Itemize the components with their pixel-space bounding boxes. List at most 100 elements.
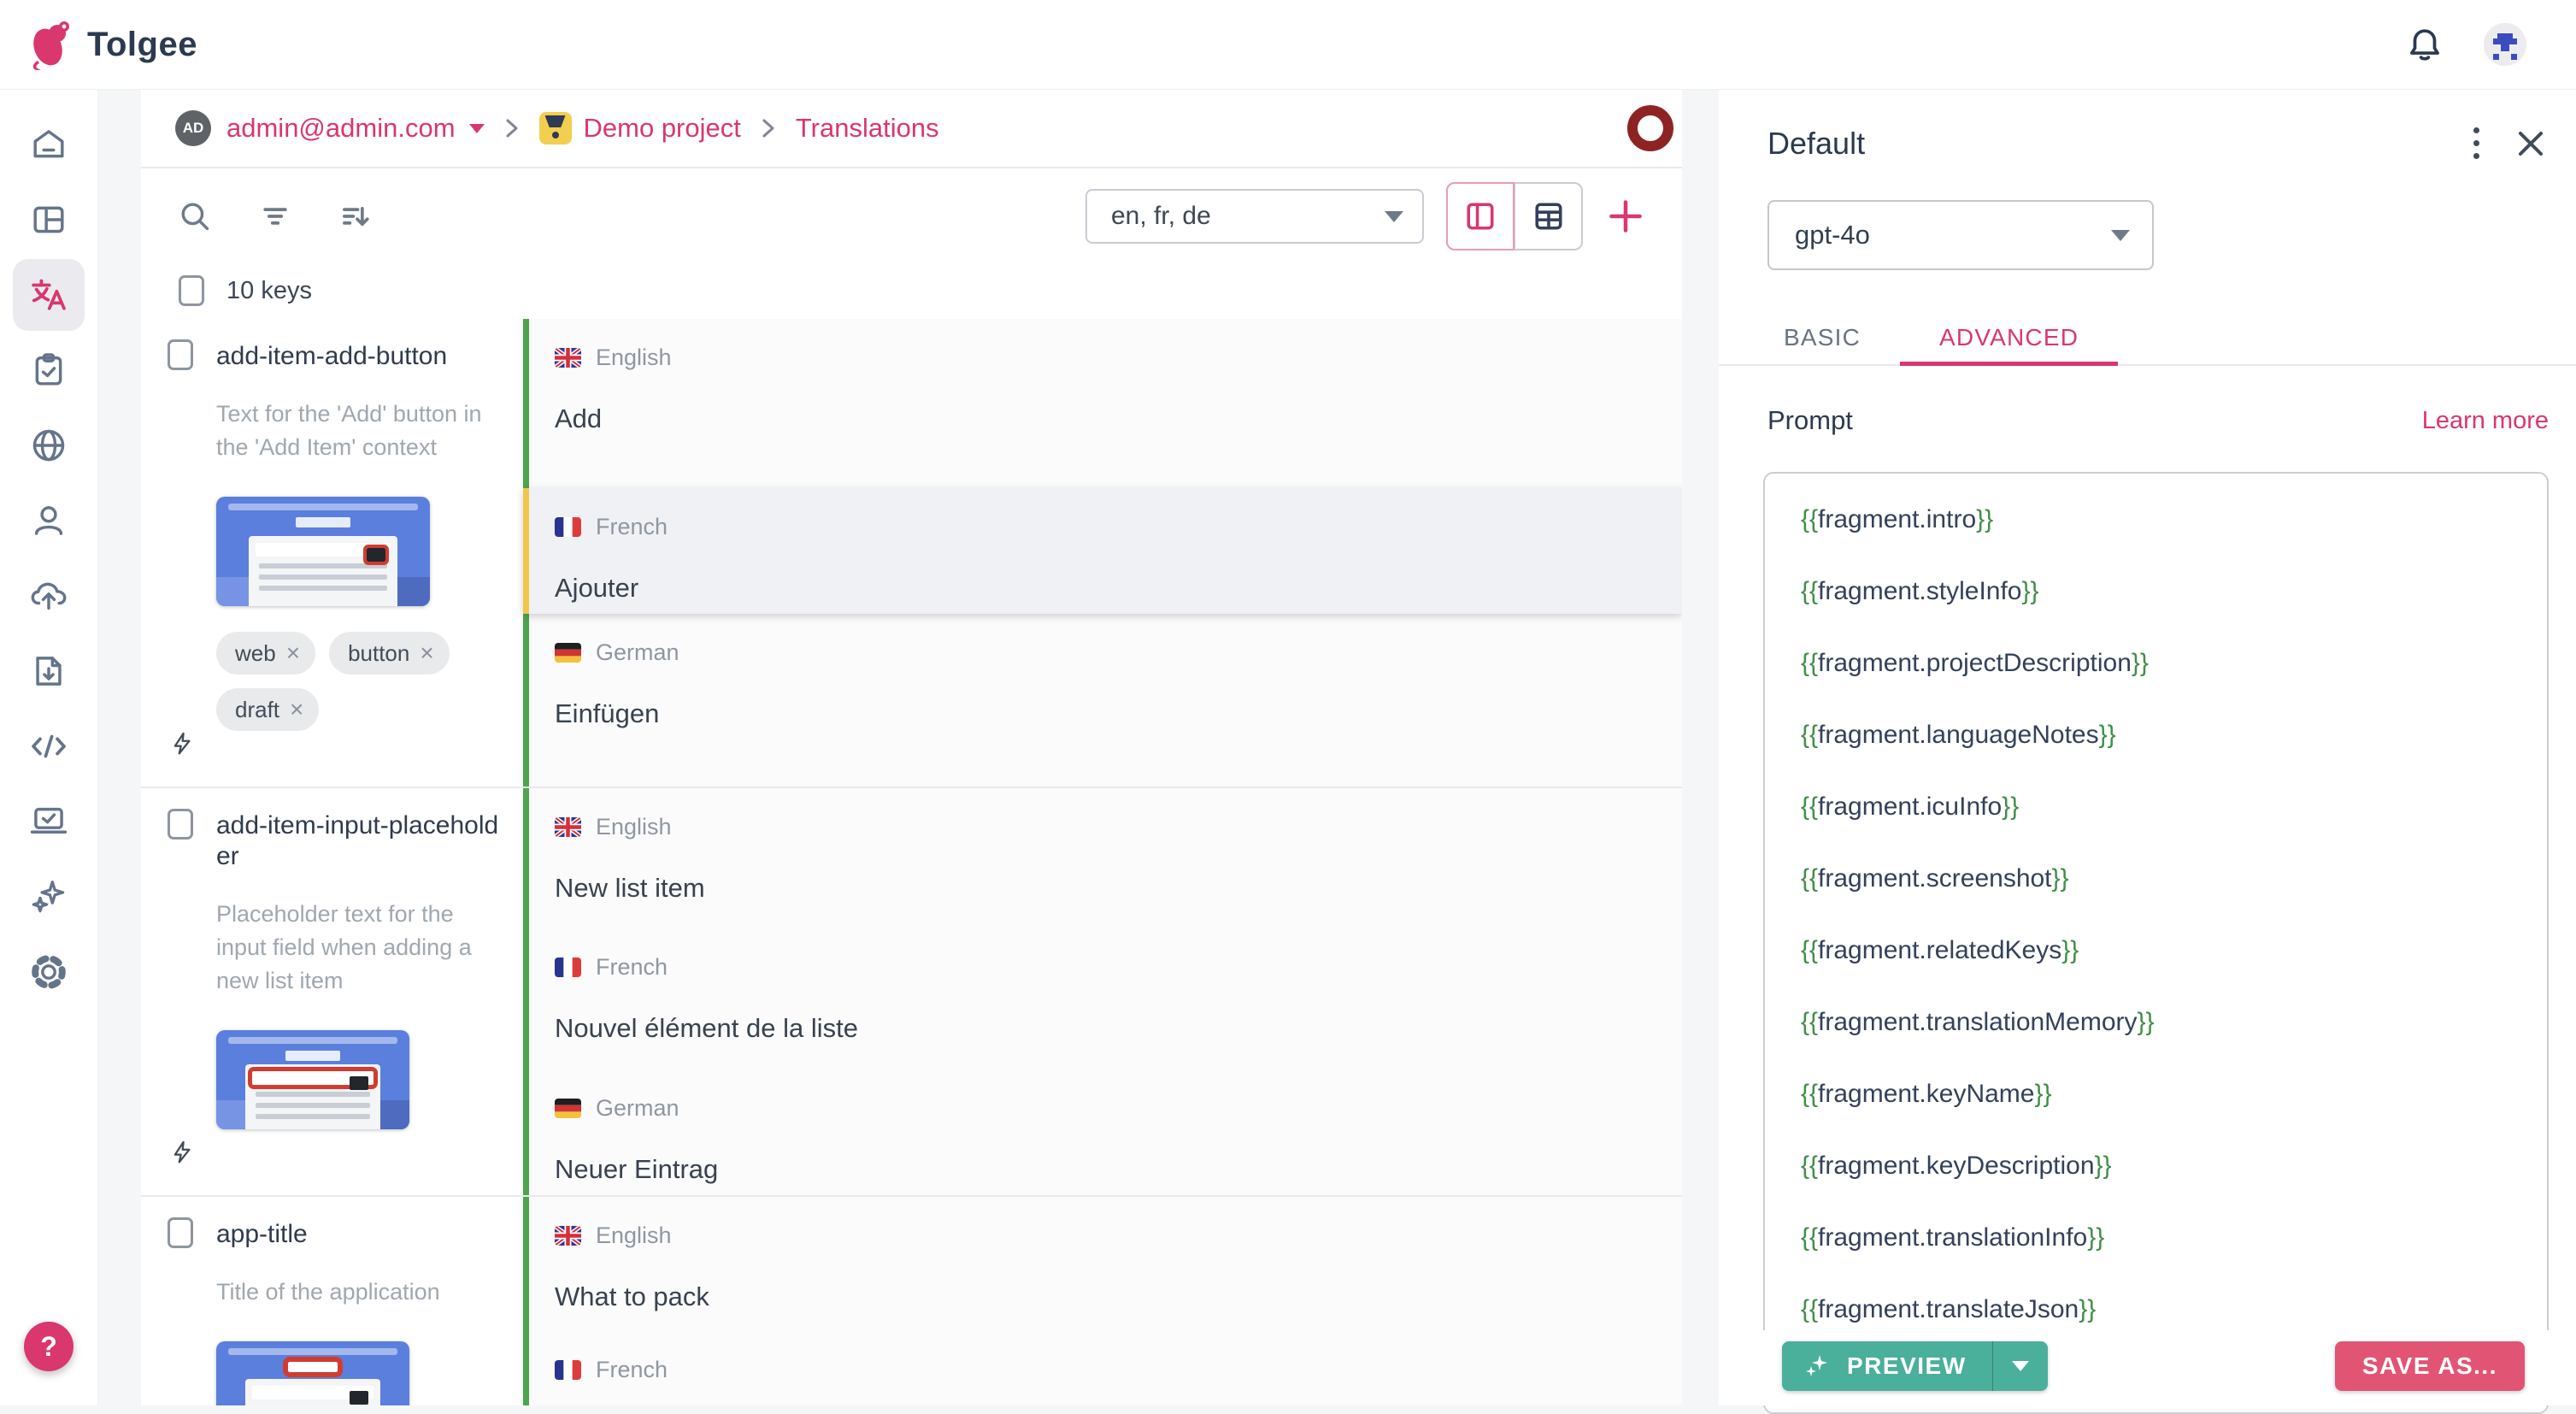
more-options-icon[interactable] [2470, 124, 2479, 162]
model-select[interactable]: gpt-4o [1767, 200, 2154, 270]
flag-de-icon [555, 1099, 581, 1118]
key-description: Title of the application [216, 1276, 498, 1309]
org-avatar[interactable]: AD [175, 110, 211, 146]
translation-cell-german[interactable]: German Neuer Eintrag [523, 1069, 1682, 1195]
prompt-fragment[interactable]: {{fragment.styleInfo}} [1801, 576, 2530, 648]
tab-basic[interactable]: BASIC [1744, 311, 1900, 364]
question-mark-icon: ? [40, 1331, 57, 1363]
translation-cell-french[interactable]: French [523, 1331, 1682, 1405]
chevron-right-icon [503, 115, 520, 141]
select-all-checkbox[interactable] [179, 275, 204, 306]
translation-value: New list item [555, 873, 1682, 904]
screenshot-thumbnail[interactable] [216, 497, 430, 606]
tag-remove-icon[interactable]: × [420, 639, 433, 667]
table-view-button[interactable] [1514, 182, 1583, 250]
user-avatar[interactable] [2484, 23, 2526, 66]
sidebar-item-tasks[interactable] [13, 334, 85, 406]
save-as-button[interactable]: SAVE AS... [2335, 1341, 2525, 1391]
translation-value: What to pack [555, 1281, 1682, 1312]
tag[interactable]: web× [216, 632, 315, 675]
prompt-fragment[interactable]: {{fragment.keyDescription}} [1801, 1151, 2530, 1223]
tolgee-logo[interactable]: Tolgee [26, 16, 197, 73]
search-icon[interactable] [177, 198, 213, 234]
screenshot-thumbnail[interactable] [216, 1030, 409, 1129]
key-cell: add-item-input-placeholder Placeholder t… [141, 788, 523, 1195]
sidebar-item-settings[interactable] [13, 936, 85, 1008]
prompt-fragment[interactable]: {{fragment.projectDescription}} [1801, 648, 2530, 720]
prompt-fragment[interactable]: {{fragment.icuInfo}} [1801, 792, 2530, 863]
key-name[interactable]: app-title [216, 1217, 511, 1250]
task-progress-ring[interactable] [1627, 105, 1673, 151]
flag-gb-icon [555, 348, 581, 368]
top-bar: Tolgee [0, 0, 2576, 90]
breadcrumb-project[interactable]: Demo project [584, 113, 741, 144]
sidebar-item-members[interactable] [13, 485, 85, 557]
learn-more-link[interactable]: Learn more [2422, 407, 2549, 435]
filter-icon[interactable] [257, 198, 293, 234]
sort-icon[interactable] [338, 198, 373, 234]
breadcrumb-user[interactable]: admin@admin.com [226, 113, 485, 144]
prompt-editor[interactable]: {{fragment.intro}} {{fragment.styleInfo}… [1763, 472, 2549, 1414]
prompt-fragment[interactable]: {{fragment.translationMemory}} [1801, 1007, 2530, 1079]
sidebar-item-import[interactable] [13, 560, 85, 632]
sidebar-item-integrate[interactable] [13, 710, 85, 782]
key-name[interactable]: add-item-add-button [216, 339, 511, 372]
machine-translate-icon[interactable] [169, 728, 198, 763]
chevron-down-icon [469, 124, 485, 133]
key-checkbox[interactable] [168, 339, 193, 370]
sidebar-item-developer[interactable] [13, 786, 85, 857]
sidebar-item-home[interactable] [13, 109, 85, 180]
close-icon[interactable] [2516, 129, 2545, 158]
help-button[interactable]: ? [24, 1322, 74, 1371]
add-key-button[interactable] [1605, 196, 1646, 237]
prompt-fragment[interactable]: {{fragment.intro}} [1801, 504, 2530, 576]
translation-cell-english[interactable]: English What to pack [523, 1197, 1682, 1331]
key-row: add-item-add-button Text for the 'Add' b… [141, 319, 1682, 787]
flag-fr-icon [555, 1360, 581, 1380]
translation-cell-english[interactable]: English Add [523, 319, 1682, 488]
side-by-side-view-button[interactable] [1446, 182, 1514, 250]
translation-value: Add [555, 404, 1682, 434]
machine-translate-icon[interactable] [169, 1137, 198, 1171]
tag[interactable]: draft× [216, 688, 319, 731]
key-row: app-title Title of the application Engli… [141, 1195, 1682, 1405]
sidebar-item-export[interactable] [13, 635, 85, 707]
table-view-icon [1530, 197, 1567, 235]
tag-list: web× button× draft× [216, 632, 515, 731]
chevron-down-icon [2111, 230, 2130, 241]
key-cell: app-title Title of the application [141, 1197, 523, 1405]
tag[interactable]: button× [329, 632, 450, 675]
key-checkbox[interactable] [168, 1217, 193, 1248]
tolgee-mouse-icon [26, 16, 75, 73]
key-name[interactable]: add-item-input-placeholder [216, 809, 511, 872]
languages-select[interactable]: en, fr, de [1085, 189, 1424, 244]
tab-advanced[interactable]: ADVANCED [1900, 311, 2118, 364]
key-row: add-item-input-placeholder Placeholder t… [141, 787, 1682, 1195]
sparkle-icon [1804, 1352, 1832, 1380]
sidebar-item-ai[interactable] [13, 861, 85, 933]
prompt-fragment[interactable]: {{fragment.relatedKeys}} [1801, 935, 2530, 1007]
prompt-fragment[interactable]: {{fragment.translationInfo}} [1801, 1223, 2530, 1294]
translation-cell-french[interactable]: French Nouvel élément de la liste [523, 928, 1682, 1069]
tag-remove-icon[interactable]: × [290, 696, 303, 723]
translation-value: Neuer Eintrag [555, 1154, 1682, 1185]
notifications-bell-icon[interactable] [2405, 25, 2444, 64]
translations-view: AD admin@admin.com Demo project Translat… [141, 90, 1682, 1405]
prompt-fragment[interactable]: {{fragment.languageNotes}} [1801, 720, 2530, 792]
key-checkbox[interactable] [168, 809, 193, 840]
translation-cell-english[interactable]: English New list item [523, 788, 1682, 928]
sidebar-item-languages[interactable] [13, 409, 85, 481]
translation-cell-german[interactable]: German Einfügen [523, 614, 1682, 787]
prompt-fragment[interactable]: {{fragment.keyName}} [1801, 1079, 2530, 1151]
translation-value: Einfügen [555, 698, 1682, 729]
tag-remove-icon[interactable]: × [286, 639, 300, 667]
prompt-fragment[interactable]: {{fragment.screenshot}} [1801, 863, 2530, 935]
preview-dropdown-button[interactable] [1993, 1341, 2048, 1391]
screenshot-thumbnail[interactable] [216, 1341, 409, 1405]
translation-cell-french[interactable]: French Ajouter [523, 488, 1682, 614]
sidebar-item-projects[interactable] [13, 184, 85, 256]
preview-button[interactable]: PREVIEW [1782, 1341, 1993, 1391]
sidebar-item-translations[interactable] [13, 259, 85, 331]
keys-count-label: 10 keys [226, 277, 312, 305]
breadcrumb: AD admin@admin.com Demo project Translat… [141, 90, 1682, 168]
